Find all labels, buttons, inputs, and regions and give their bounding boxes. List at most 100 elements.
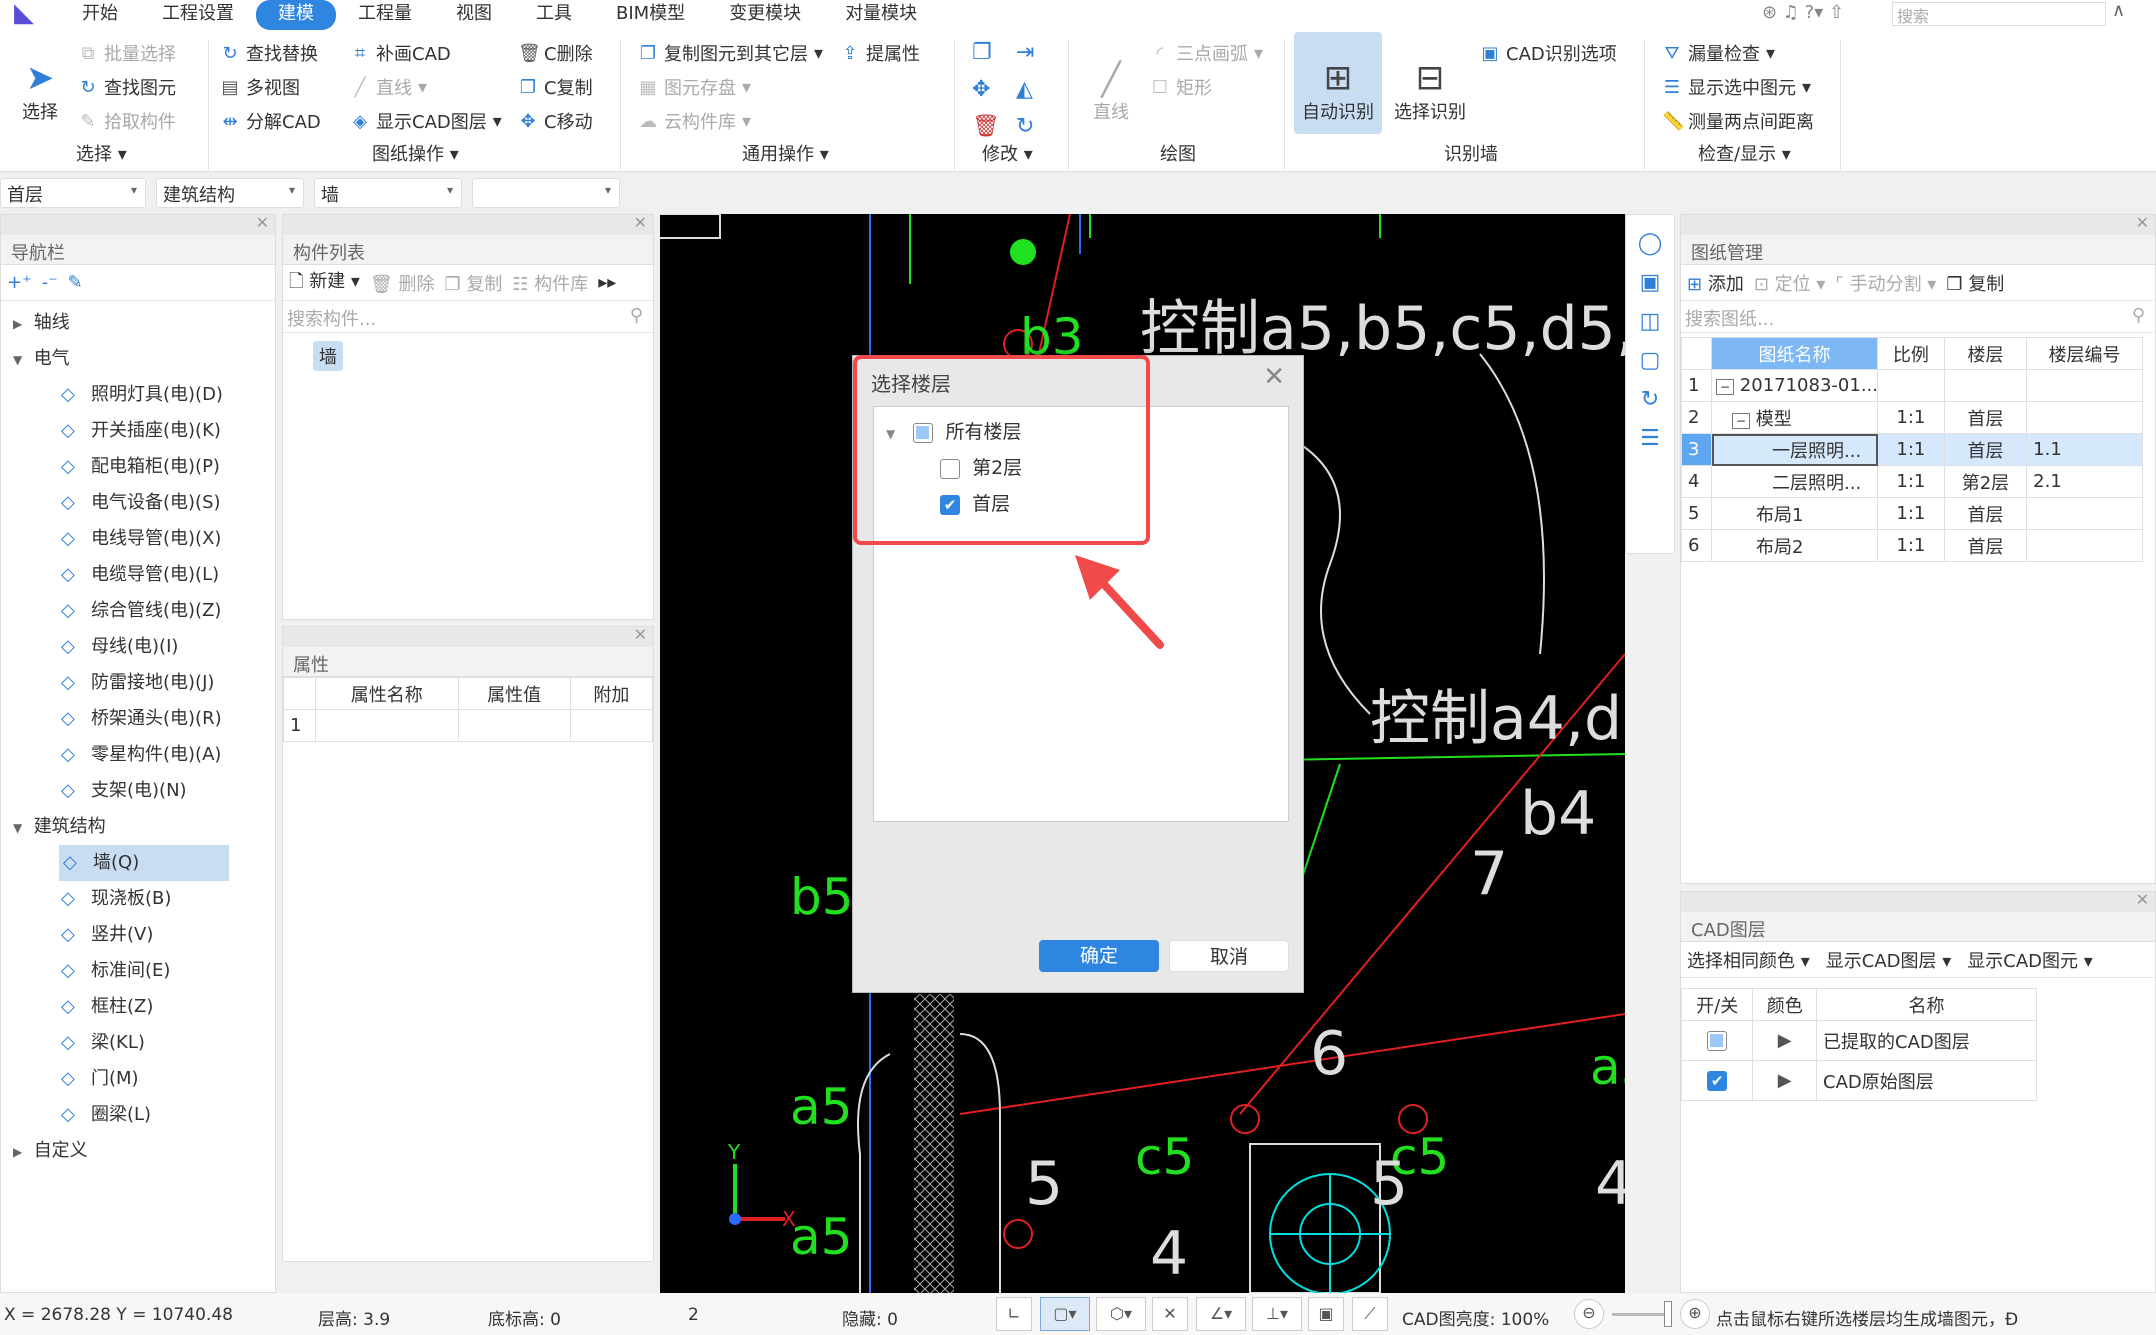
delete-icon[interactable]: 🗑 — [972, 114, 1016, 139]
table-row[interactable]: 1 — [283, 709, 654, 742]
show-cad-element-dropdown[interactable]: 显示CAD图元 ▾ — [1967, 947, 2093, 973]
group-check-label[interactable]: 检查/显示 ▾ — [1698, 140, 1791, 166]
cell[interactable] — [315, 709, 459, 742]
select-recognize-button[interactable]: ⊟ 选择识别 — [1386, 32, 1474, 134]
nav-item[interactable]: ◇ 配电箱柜(电)(P) — [1, 449, 275, 485]
rotate-icon[interactable]: ↻ — [1016, 114, 1060, 139]
extend-icon[interactable]: ⇥ — [1016, 40, 1060, 65]
close-icon[interactable]: ✕ — [2136, 890, 2149, 909]
snap-icon[interactable]: ⊥▾ — [1252, 1297, 1302, 1331]
three-point-arc-button[interactable]: ◜ 三点画弧 ▾ — [1150, 40, 1264, 66]
component-search-input[interactable]: 搜索构件... ⚲ — [283, 301, 653, 333]
drawing-search-input[interactable]: 搜索图纸... ⚲ — [1681, 301, 2155, 333]
component-type-select[interactable]: 墙 — [314, 178, 462, 208]
tab-quantity[interactable]: 工程量 — [336, 0, 434, 30]
auto-recognize-button[interactable]: ⊞ 自动识别 — [1294, 32, 1382, 134]
nav-item[interactable]: ◇ 电线导管(电)(X) — [1, 521, 275, 557]
orbit-icon[interactable]: ◯ — [1638, 231, 1663, 256]
caret-right-icon[interactable]: ▶ — [13, 317, 22, 331]
nav-item[interactable]: ◇ 支架(电)(N) — [1, 773, 275, 809]
table-row[interactable]: 3 一层照明... 1:1 首层 1.1 — [1681, 433, 2143, 466]
c-move-button[interactable]: ✥ C移动 — [518, 108, 592, 134]
box-view-icon[interactable]: ▢ — [1640, 348, 1661, 373]
show-selected-button[interactable]: ☰ 显示选中图元 ▾ — [1662, 74, 1811, 100]
mirror-icon[interactable]: ◭ — [1016, 77, 1060, 102]
nav-item[interactable]: ◇ 竖井(V) — [1, 917, 275, 953]
angle-icon[interactable]: ∠▾ — [1196, 1297, 1246, 1331]
copy-drawing-button[interactable]: ❐ 复制 — [1946, 270, 2004, 296]
view-list-icon[interactable]: ☰ — [1640, 426, 1660, 451]
brightness-slider[interactable] — [1612, 1313, 1668, 1316]
expand-all-icon[interactable]: +⁺ — [7, 272, 32, 293]
find-replace-button[interactable]: ↻ 查找替换 — [220, 40, 318, 66]
table-row[interactable]: 4 二层照明... 1:1 第2层 2.1 — [1681, 465, 2143, 498]
nav-item[interactable]: ◇ 照明灯具(电)(D) — [1, 377, 275, 413]
library-button[interactable]: ☷ 构件库 — [512, 270, 588, 296]
tab-tools[interactable]: 工具 — [514, 0, 594, 30]
nav-item[interactable]: ◇ 桥架通头(电)(R) — [1, 701, 275, 737]
collapse-all-icon[interactable]: -⁻ — [42, 272, 58, 293]
select-button[interactable]: ➤ 选择 — [0, 32, 80, 134]
move-icon[interactable]: ✥ — [972, 77, 1016, 102]
layer-toggle-checkbox[interactable]: ✔ — [1707, 1071, 1728, 1091]
cloud-library-button[interactable]: ☁ 云构件库 ▾ — [638, 108, 751, 134]
cell[interactable] — [569, 709, 654, 742]
group-modify-label[interactable]: 修改 ▾ — [982, 140, 1033, 166]
close-icon[interactable]: ✕ — [634, 625, 647, 644]
rotate-view-icon[interactable]: ↻ — [1641, 387, 1659, 412]
nav-category[interactable]: ▶ 自定义 — [1, 1133, 275, 1169]
table-row[interactable]: 5 布局1 1:1 首层 — [1681, 497, 2143, 530]
tab-modeling[interactable]: 建模 — [256, 0, 336, 30]
redraw-cad-button[interactable]: ⌗ 补画CAD — [350, 40, 451, 66]
select-same-color-button[interactable]: 选择相同颜色 ▾ — [1687, 947, 1810, 973]
layer-toggle-checkbox[interactable] — [1707, 1031, 1728, 1051]
tab-change-module[interactable]: 变更模块 — [707, 0, 823, 30]
pick-component-button[interactable]: ✎ 拾取构件 — [78, 108, 176, 134]
copy-to-other-floor-button[interactable]: ❐ 复制图元到其它层 ▾ — [638, 40, 823, 66]
close-icon[interactable]: ✕ — [634, 213, 647, 232]
nav-item[interactable]: ◇ 标准间(E) — [1, 953, 275, 989]
extract-properties-button[interactable]: ⇪ 提属性 — [840, 40, 920, 66]
polyline-icon[interactable]: ⟋ — [1352, 1297, 1388, 1331]
nav-item[interactable]: ◇ 开关插座(电)(K) — [1, 413, 275, 449]
display-icon[interactable]: ▣ — [1308, 1297, 1344, 1331]
nav-category[interactable]: ▼ 电气 — [1, 341, 275, 377]
tab-compare-module[interactable]: 对量模块 — [823, 0, 939, 30]
cad-recognize-options-button[interactable]: ▣ CAD识别选项 — [1480, 40, 1616, 66]
caret-down-icon[interactable]: ▼ — [13, 821, 22, 835]
nav-item[interactable]: ◇ 圈梁(L) — [1, 1097, 275, 1133]
draw-line-button[interactable]: ╱ 直线 — [1076, 32, 1146, 134]
cross-icon[interactable]: ✕ — [1152, 1297, 1188, 1331]
group-general-ops-label[interactable]: 通用操作 ▾ — [742, 140, 829, 166]
cube-view-icon[interactable]: ◫ — [1640, 309, 1661, 334]
nav-item[interactable]: ◇ 门(M) — [1, 1061, 275, 1097]
group-select-label[interactable]: 选择 ▾ — [76, 140, 127, 166]
more-icon[interactable]: ▸▸ — [598, 272, 616, 293]
component-item[interactable]: 墙 — [313, 341, 343, 371]
nav-category[interactable]: ▶ 轴线 — [1, 305, 275, 341]
caret-right-icon[interactable]: ▶ — [13, 1145, 22, 1159]
multi-view-button[interactable]: ▤ 多视图 — [220, 74, 300, 100]
delete-button[interactable]: 🗑 删除 — [370, 270, 435, 296]
expand-icon[interactable]: ▶ — [1752, 1060, 1817, 1101]
manual-split-button[interactable]: ⌜ 手动分割 ▾ — [1835, 270, 1936, 296]
caret-down-icon[interactable]: ▼ — [13, 353, 22, 367]
add-drawing-button[interactable]: ⊞ 添加 — [1687, 270, 1744, 296]
show-cad-layer-dropdown[interactable]: 显示CAD图层 ▾ — [1826, 947, 1952, 973]
copy-icon[interactable]: ❐ — [972, 40, 1016, 65]
3d-view-icon[interactable]: ▣ — [1640, 270, 1661, 295]
table-row[interactable]: ✔ ▶ CAD原始图层 — [1680, 1060, 2037, 1101]
find-element-button[interactable]: ↻ 查找图元 — [78, 74, 176, 100]
table-row[interactable]: 2− 模型 1:1 首层 — [1681, 401, 2143, 434]
nav-item[interactable]: ◇ 综合管线(电)(Z) — [1, 593, 275, 629]
brightness-decrease-icon[interactable]: ⊖ — [1574, 1299, 1604, 1329]
cancel-button[interactable]: 取消 — [1169, 940, 1289, 972]
expand-icon[interactable]: ▶ — [1752, 1020, 1817, 1061]
floor-select[interactable]: 首层 — [0, 178, 146, 208]
table-row[interactable]: 6 布局2 1:1 首层 — [1681, 529, 2143, 562]
tab-start[interactable]: 开始 — [60, 0, 140, 30]
close-icon[interactable]: ✕ — [256, 213, 269, 232]
copy-button[interactable]: ❐ 复制 — [445, 270, 503, 296]
collapse-icon[interactable]: − — [1716, 379, 1735, 395]
component-select[interactable] — [472, 178, 620, 208]
